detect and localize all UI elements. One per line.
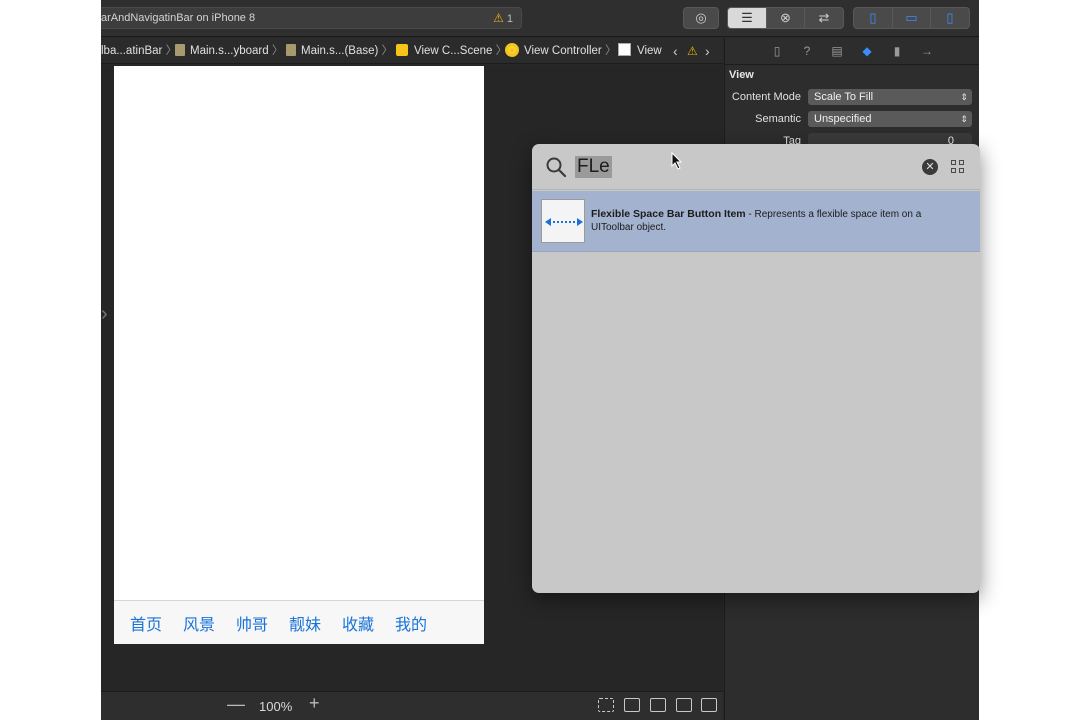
mouse-cursor-icon xyxy=(671,152,683,170)
resolve-issues-icon[interactable] xyxy=(701,698,717,712)
toggle-debug-area-button[interactable]: ▭ xyxy=(892,7,931,29)
view-controller-scene[interactable]: 首页 风景 帅哥 靓妹 收藏 我的 xyxy=(114,66,484,644)
align-icon[interactable] xyxy=(650,698,666,712)
tab-item-home[interactable]: 首页 xyxy=(130,611,162,635)
tab-item-favorites[interactable]: 收藏 xyxy=(342,611,374,635)
object-library-popup: FLe ✕ Flexible Space Bar Button Item - R… xyxy=(532,144,980,593)
view-icon xyxy=(618,43,631,56)
semantic-popup[interactable]: Unspecified ⇕ xyxy=(808,111,972,127)
left-panel-icon: ▯ xyxy=(869,10,877,25)
breadcrumb-storyboard-folder[interactable]: Main.s...yboard 〉 xyxy=(175,38,283,64)
version-editor-button[interactable]: ⇄ xyxy=(804,7,844,29)
jump-bar: lba...atinBar 〉 Main.s...yboard 〉 Main.s… xyxy=(101,38,723,64)
storyboard-file-icon xyxy=(175,44,185,56)
scene-icon xyxy=(396,44,408,56)
lines-icon: ☰ xyxy=(741,10,753,25)
library-icon: ◎ xyxy=(695,10,707,25)
flexible-space-icon xyxy=(541,199,585,243)
zoom-level: 100% xyxy=(259,699,293,714)
content-mode-value: Scale To Fill xyxy=(814,91,874,103)
breadcrumb-view[interactable]: View xyxy=(618,38,662,64)
connections-inspector-icon[interactable]: → xyxy=(920,44,934,58)
library-result-item[interactable]: Flexible Space Bar Button Item - Represe… xyxy=(532,191,980,252)
tab-item-pretty[interactable]: 靓妹 xyxy=(289,611,321,635)
zoom-out-button[interactable]: — xyxy=(227,694,245,715)
previous-issue-arrow[interactable]: ‹ xyxy=(673,38,678,64)
toggle-inspector-button[interactable]: ▯ xyxy=(930,7,970,29)
semantic-value: Unspecified xyxy=(814,113,872,125)
attributes-inspector-icon[interactable]: ◆ xyxy=(860,44,874,58)
size-inspector-icon[interactable]: ▮ xyxy=(890,44,904,58)
inspector-tabs: ▯ ? ▤ ◆ ▮ → xyxy=(725,38,979,65)
breadcrumb-project[interactable]: lba...atinBar 〉 xyxy=(101,38,177,64)
clear-search-icon[interactable]: ✕ xyxy=(922,159,938,175)
quick-help-icon[interactable]: ? xyxy=(800,44,814,58)
right-panel-icon: ▯ xyxy=(946,10,954,25)
warning-count: 1 xyxy=(506,13,513,25)
breadcrumb-storyboard-base[interactable]: Main.s...(Base) 〉 xyxy=(286,38,393,64)
storyboard-file-icon xyxy=(286,44,296,56)
result-title: Flexible Space Bar Button Item xyxy=(591,208,746,220)
window-toolbar: arAndNavigatinBar on iPhone 8 ⚠ 1 ◎ ☰ ⊗ ⇄… xyxy=(101,0,979,37)
standard-editor-button[interactable]: ☰ xyxy=(727,7,767,29)
library-search-bar[interactable]: FLe ✕ xyxy=(532,144,980,190)
scheme-activity-view[interactable]: arAndNavigatinBar on iPhone 8 ⚠ 1 xyxy=(101,7,522,29)
bottom-panel-icon: ▭ xyxy=(905,10,918,25)
tab-item-mine[interactable]: 我的 xyxy=(395,611,427,635)
file-inspector-icon[interactable]: ▯ xyxy=(770,44,784,58)
content-mode-popup[interactable]: Scale To Fill ⇕ xyxy=(808,89,972,105)
warning-indicator[interactable]: ⚠ 1 xyxy=(493,8,513,29)
view-controller-icon xyxy=(505,43,519,57)
add-constraints-icon[interactable] xyxy=(676,698,692,712)
assistant-editor-button[interactable]: ⊗ xyxy=(766,7,805,29)
search-input[interactable]: FLe xyxy=(575,156,612,178)
section-title: View xyxy=(729,69,754,81)
tab-item-handsome[interactable]: 帅哥 xyxy=(236,611,268,635)
zoom-in-button[interactable]: + xyxy=(309,693,320,714)
identity-inspector-icon[interactable]: ▤ xyxy=(830,44,844,58)
semantic-label: Semantic xyxy=(755,113,801,125)
library-button[interactable]: ◎ xyxy=(683,7,719,29)
scheme-destination-text: arAndNavigatinBar on iPhone 8 xyxy=(101,12,256,24)
breadcrumb-scene[interactable]: View C...Scene 〉 xyxy=(396,38,507,64)
breadcrumb-view-controller[interactable]: View Controller 〉 xyxy=(505,38,616,64)
popup-arrows-icon: ⇕ xyxy=(960,92,968,102)
tab-item-scenery[interactable]: 风景 xyxy=(183,611,215,635)
grid-view-icon[interactable] xyxy=(951,160,965,174)
toggle-navigator-button[interactable]: ▯ xyxy=(853,7,893,29)
issue-warning-icon[interactable]: ⚠ xyxy=(687,38,698,64)
entry-point-arrow-icon: › xyxy=(101,303,108,325)
tab-bar[interactable]: 首页 风景 帅哥 靓妹 收藏 我的 xyxy=(114,600,484,644)
result-description: Flexible Space Bar Button Item - Represe… xyxy=(591,208,961,234)
embed-in-icon[interactable] xyxy=(624,698,640,712)
next-issue-arrow[interactable]: › xyxy=(705,38,710,64)
overlapping-circles-icon: ⊗ xyxy=(780,10,791,25)
canvas-bottom-bar: — 100% + xyxy=(101,691,723,720)
content-mode-label: Content Mode xyxy=(731,91,801,103)
swap-arrows-icon: ⇄ xyxy=(818,10,830,25)
search-icon xyxy=(546,157,567,178)
warning-icon: ⚠ xyxy=(493,11,504,25)
popup-arrows-icon: ⇕ xyxy=(960,114,968,124)
update-frames-icon[interactable] xyxy=(598,698,614,712)
